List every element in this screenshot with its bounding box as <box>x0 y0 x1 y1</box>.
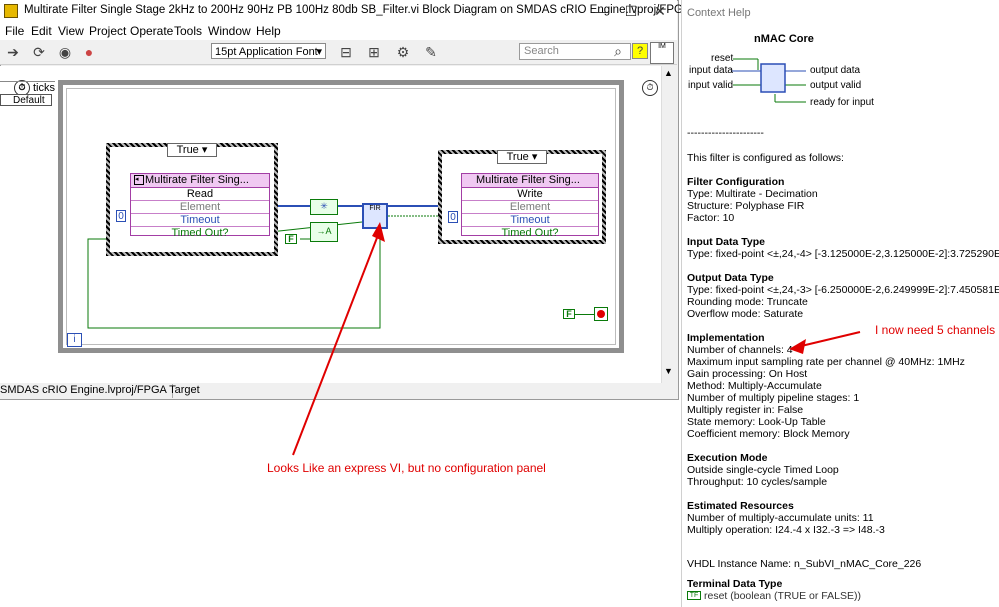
annotation-arrows <box>292 222 861 456</box>
arrow-express-vi <box>292 229 381 456</box>
annotation-channels: I now need 5 channels <box>875 323 996 337</box>
annotation-express-vi: Looks Like an express VI, but no configu… <box>267 461 546 475</box>
arrow-channels <box>796 331 861 348</box>
arrow-head-channels <box>789 339 806 354</box>
arrow-head-express <box>372 222 385 242</box>
